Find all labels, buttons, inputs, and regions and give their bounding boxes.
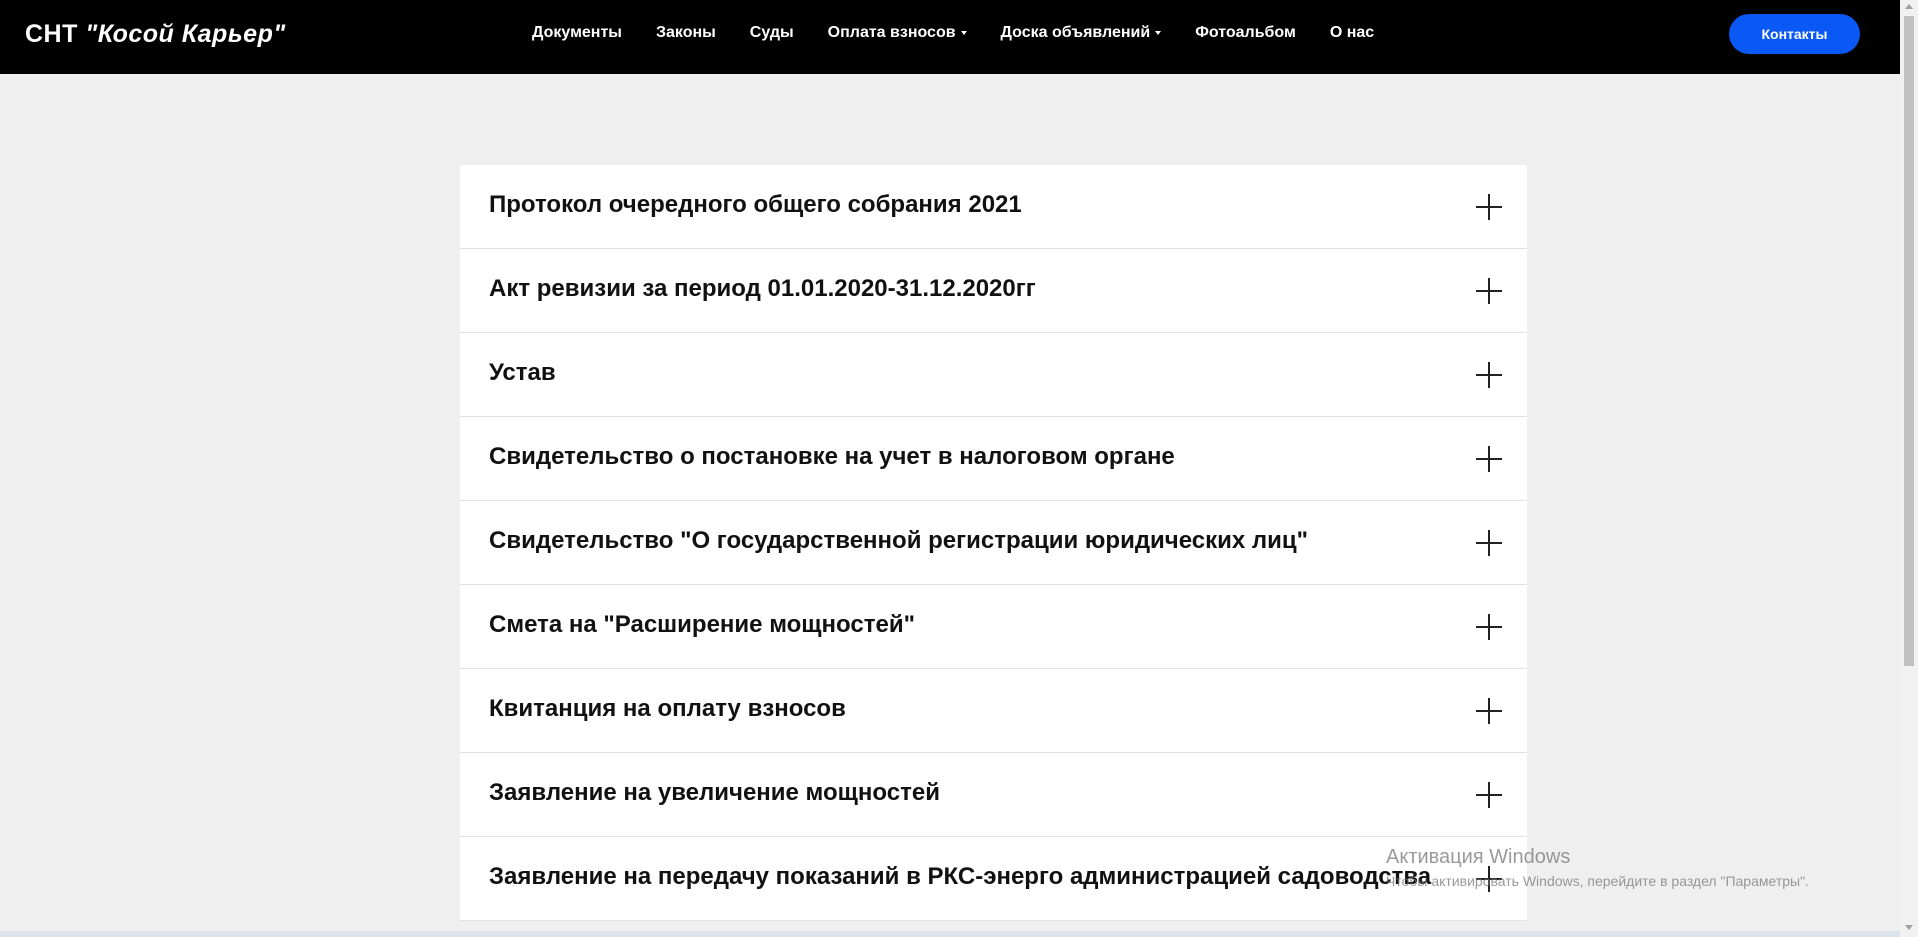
plus-icon[interactable] <box>1476 782 1502 808</box>
nav-item-laws[interactable]: Законы <box>656 24 716 42</box>
accordion-item-title: Устав <box>489 359 556 386</box>
plus-icon[interactable] <box>1476 194 1502 220</box>
nav-item-label: Документы <box>532 24 622 41</box>
accordion-item[interactable]: Устав <box>460 333 1527 417</box>
contacts-button[interactable]: Контакты <box>1729 14 1860 54</box>
bottom-edge <box>0 931 1900 937</box>
accordion-item[interactable]: Протокол очередного общего собрания 2021 <box>460 165 1527 249</box>
plus-icon[interactable] <box>1476 530 1502 556</box>
accordion-item-title: Квитанция на оплату взносов <box>489 695 846 722</box>
nav-item-payments[interactable]: Оплата взносов <box>828 24 967 42</box>
accordion-item-title: Заявление на увеличение мощностей <box>489 779 940 806</box>
accordion-item[interactable]: Смета на "Расширение мощностей" <box>460 585 1527 669</box>
plus-icon[interactable] <box>1476 446 1502 472</box>
plus-icon[interactable] <box>1476 866 1502 892</box>
accordion-item-title: Заявление на передачу показаний в РКС-эн… <box>489 863 1432 890</box>
accordion-item[interactable]: Свидетельство "О государственной регистр… <box>460 501 1527 585</box>
nav-item-label: Суды <box>749 24 794 41</box>
nav-item-about[interactable]: О нас <box>1330 24 1374 42</box>
scroll-down-icon[interactable] <box>1905 925 1913 930</box>
nav-item-label: Доска объявлений <box>1000 24 1151 41</box>
logo-prefix: СНТ <box>25 20 78 48</box>
caret-down-icon <box>960 31 967 35</box>
accordion-item[interactable]: Заявление на увеличение мощностей <box>460 753 1527 837</box>
accordion-item[interactable]: Заявление на передачу показаний в РКС-эн… <box>460 837 1527 921</box>
logo-name: "Косой Карьер" <box>85 20 286 48</box>
scroll-thumb[interactable] <box>1904 16 1914 666</box>
documents-accordion: Протокол очередного общего собрания 2021… <box>460 165 1527 921</box>
page-viewport: СНТ "Косой Карьер" Документы Законы Суды… <box>0 0 1900 937</box>
nav-item-board[interactable]: Доска объявлений <box>1001 24 1162 42</box>
plus-icon[interactable] <box>1476 362 1502 388</box>
nav-item-documents[interactable]: Документы <box>532 24 622 42</box>
accordion-item[interactable]: Акт ревизии за период 01.01.2020-31.12.2… <box>460 249 1527 333</box>
plus-icon[interactable] <box>1476 698 1502 724</box>
site-logo[interactable]: СНТ "Косой Карьер" <box>25 20 286 49</box>
accordion-item-title: Акт ревизии за период 01.01.2020-31.12.2… <box>489 275 1036 302</box>
accordion-item[interactable]: Свидетельство о постановке на учет в нал… <box>460 417 1527 501</box>
nav-item-label: Законы <box>655 24 716 41</box>
accordion-item-title: Свидетельство "О государственной регистр… <box>489 527 1309 554</box>
nav-item-label: О нас <box>1329 24 1375 41</box>
scroll-up-icon[interactable] <box>1905 4 1913 9</box>
vertical-scrollbar[interactable] <box>1900 0 1918 937</box>
main-nav: Документы Законы Суды Оплата взносов Дос… <box>532 24 1408 42</box>
nav-item-label: Оплата взносов <box>827 24 956 41</box>
nav-item-photos[interactable]: Фотоальбом <box>1195 24 1296 42</box>
accordion-item-title: Смета на "Расширение мощностей" <box>489 611 915 638</box>
nav-item-courts[interactable]: Суды <box>750 24 794 42</box>
nav-item-label: Фотоальбом <box>1195 24 1296 41</box>
plus-icon[interactable] <box>1476 278 1502 304</box>
accordion-item-title: Свидетельство о постановке на учет в нал… <box>489 443 1175 470</box>
plus-icon[interactable] <box>1476 614 1502 640</box>
accordion-item-title: Протокол очередного общего собрания 2021 <box>489 191 1022 218</box>
accordion-item[interactable]: Квитанция на оплату взносов <box>460 669 1527 753</box>
caret-down-icon <box>1155 31 1162 35</box>
site-header: СНТ "Косой Карьер" Документы Законы Суды… <box>0 0 1900 74</box>
